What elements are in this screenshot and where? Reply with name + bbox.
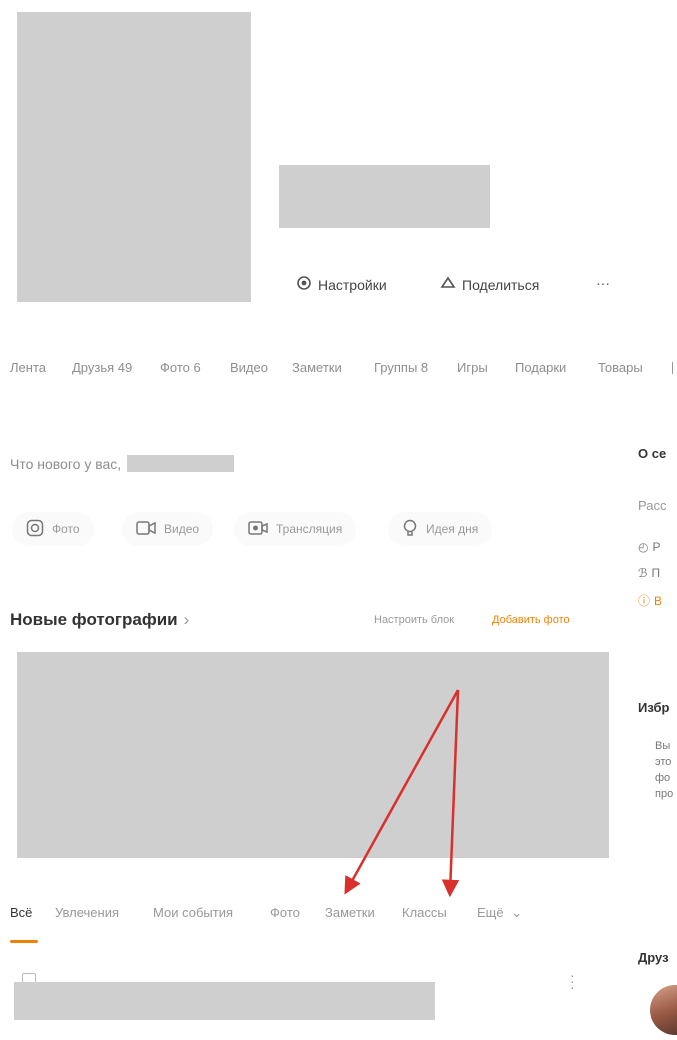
annotation-arrows bbox=[344, 689, 460, 898]
about-row-3[interactable]: ⓘ В bbox=[638, 592, 677, 609]
about-row-3-text: В bbox=[654, 593, 663, 608]
about-row-1-text: Р bbox=[652, 540, 661, 554]
about-row-2-text: П bbox=[651, 566, 661, 580]
clock-icon: ◴ bbox=[638, 540, 649, 554]
featured-line: про bbox=[655, 788, 674, 800]
featured-line: это bbox=[655, 756, 672, 768]
featured-title: Избр bbox=[638, 700, 670, 715]
arrow-to-notes bbox=[344, 689, 460, 895]
about-row-1: ◴ Р bbox=[638, 540, 677, 554]
featured-line: Вы bbox=[655, 740, 671, 752]
featured-line: фо bbox=[655, 772, 671, 784]
featured-text: Вы это фо про bbox=[655, 738, 677, 802]
about-row-2: ℬ П bbox=[638, 566, 677, 580]
info-icon: ⓘ bbox=[638, 594, 651, 608]
friends-title: Друз bbox=[638, 950, 669, 965]
about-text: Расс bbox=[638, 498, 667, 513]
arrow-to-likes bbox=[441, 689, 460, 898]
about-title: О се bbox=[638, 446, 667, 461]
rss-icon: ℬ bbox=[638, 566, 648, 580]
